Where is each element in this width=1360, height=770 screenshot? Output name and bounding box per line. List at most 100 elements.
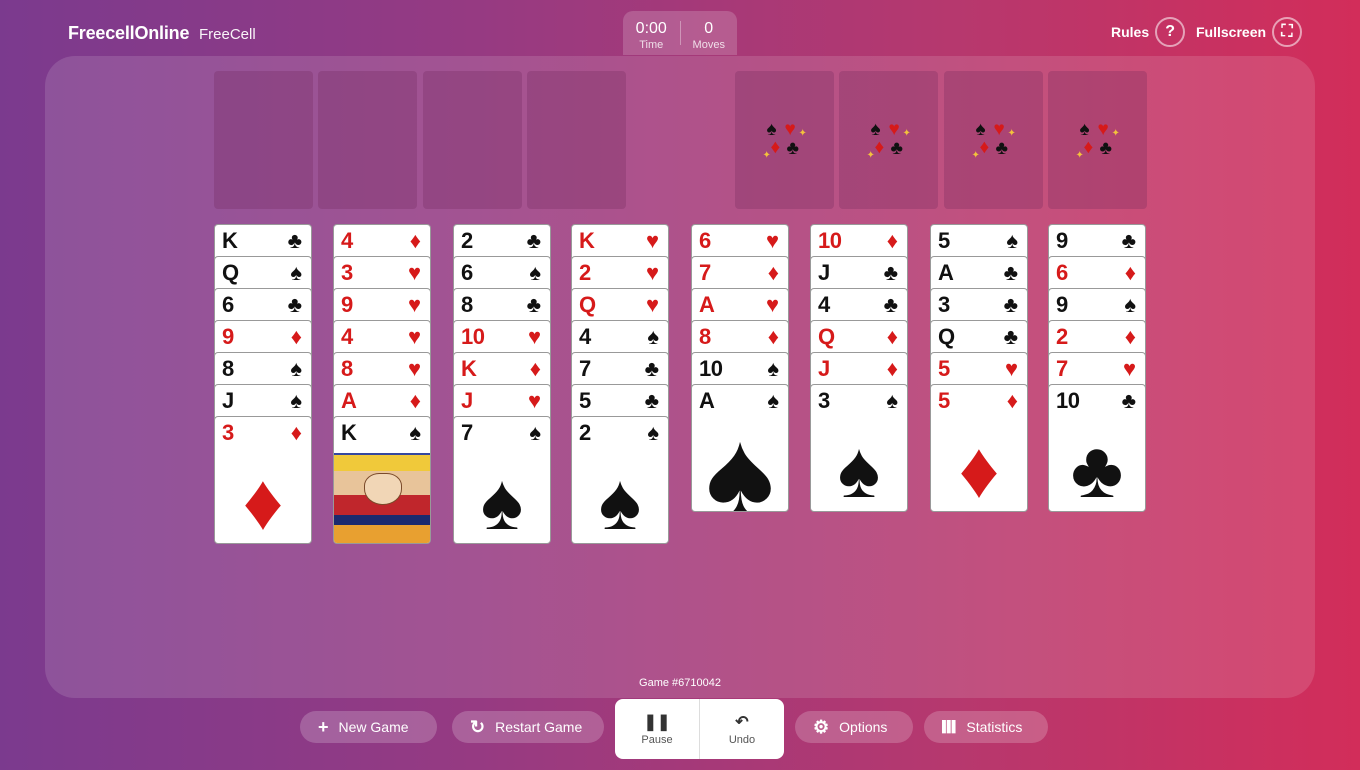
card-rank: 9 (1056, 228, 1068, 253)
card-center-suit-icon: ♠ (705, 402, 775, 512)
pause-button[interactable]: ❚❚ Pause (615, 699, 699, 759)
card-rank: 2 (461, 228, 473, 253)
foundation-pile-2[interactable]: ♠ ♥ ♦ ♣ ✦ ✦ (839, 71, 938, 209)
card-suit-icon: ♣ (644, 388, 659, 413)
fullscreen-label: Fullscreen (1196, 24, 1267, 40)
new-game-label: New Game (338, 719, 409, 735)
card-rank: 5 (938, 228, 950, 253)
card-rank: 5 (579, 388, 591, 413)
bar-chart-icon: ▌▌▌ (942, 721, 959, 733)
card-rank: Q (579, 292, 596, 317)
time-label: Time (639, 39, 664, 51)
game-stats: 0:00 Time 0 Moves (623, 11, 737, 55)
card-rank: 2 (1056, 324, 1068, 349)
playing-card[interactable]: 10 ♣ ♣ (1048, 384, 1146, 512)
playing-card[interactable]: 3 ♠ ♠ (810, 384, 908, 512)
card-suit-icon: ♠ (409, 420, 421, 445)
playing-card[interactable]: 3 ♦ ♦ (214, 416, 312, 544)
card-suit-icon: ♥ (1122, 356, 1136, 381)
rules-label: Rules (1111, 24, 1150, 40)
card-rank: 6 (699, 228, 711, 253)
card-suit-icon: ♥ (645, 292, 659, 317)
free-cell-4[interactable] (527, 71, 626, 209)
rules-button[interactable]: Rules ? (1111, 17, 1186, 47)
fullscreen-button[interactable]: Fullscreen ⛶ (1196, 17, 1303, 47)
card-rank: K (461, 356, 477, 381)
card-rank: 10 (699, 356, 723, 381)
card-rank: 4 (341, 324, 353, 349)
card-suit-icon: ♦ (529, 356, 541, 381)
options-button[interactable]: ⚙ Options (795, 711, 913, 743)
card-rank: A (699, 292, 715, 317)
card-suit-icon: ♣ (287, 292, 302, 317)
statistics-button[interactable]: ▌▌▌ Statistics (924, 711, 1048, 743)
card-center-suit-icon: ♦ (958, 425, 1000, 512)
card-suit-icon: ♦ (1124, 324, 1136, 349)
free-cell-2[interactable] (318, 71, 417, 209)
gear-icon: ⚙ (813, 716, 830, 737)
playing-card[interactable]: 5 ♦ ♦ (930, 384, 1028, 512)
card-rank: 3 (222, 420, 234, 445)
card-suit-icon: ♠ (1006, 228, 1018, 253)
card-suit-icon: ♠ (290, 356, 302, 381)
card-rank: Q (938, 324, 955, 349)
card-suit-icon: ♦ (886, 228, 898, 253)
card-rank: Q (222, 260, 239, 285)
playing-card[interactable]: 2 ♠ ♠ (571, 416, 669, 544)
foundation-pile-1[interactable]: ♠ ♥ ♦ ♣ ✦ ✦ (735, 71, 834, 209)
pause-icon: ❚❚ (643, 714, 671, 731)
card-rank: J (222, 388, 234, 413)
card-rank: 10 (818, 228, 842, 253)
card-rank: 5 (938, 356, 950, 381)
card-suit-icon: ♦ (767, 260, 779, 285)
card-suit-icon: ♠ (647, 324, 659, 349)
card-suit-icon: ♦ (409, 388, 421, 413)
card-suit-icon: ♣ (526, 292, 541, 317)
card-suit-icon: ♠ (647, 420, 659, 445)
card-rank: K (341, 420, 357, 445)
card-suit-icon: ♥ (527, 324, 541, 349)
free-cell-1[interactable] (214, 71, 313, 209)
card-suit-icon: ♣ (1003, 292, 1018, 317)
fullscreen-icon: ⛶ (1272, 17, 1303, 47)
restart-game-button[interactable]: ↻ Restart Game (452, 711, 604, 743)
card-rank: 7 (579, 356, 591, 381)
playing-card[interactable]: K ♠ (333, 416, 431, 544)
game-number: Game #6710042 (639, 677, 721, 689)
statistics-label: Statistics (966, 719, 1023, 735)
foundation-suits-icon: ♠ ♥ ♦ ♣ ✦ ✦ (1075, 119, 1120, 161)
card-rank: 10 (461, 324, 485, 349)
card-suit-icon: ♥ (645, 228, 659, 253)
game-title: FreeCell (199, 26, 256, 43)
playing-card[interactable]: A ♠ ♠ (691, 384, 789, 512)
playing-card[interactable]: 7 ♠ ♠ (453, 416, 551, 544)
card-suit-icon: ♠ (886, 388, 898, 413)
card-suit-icon: ♣ (883, 292, 898, 317)
new-game-button[interactable]: + New Game (300, 711, 437, 743)
card-rank: 7 (461, 420, 473, 445)
card-rank: 6 (222, 292, 234, 317)
foundation-pile-4[interactable]: ♠ ♥ ♦ ♣ ✦ ✦ (1048, 71, 1147, 209)
card-suit-icon: ♣ (1121, 388, 1136, 413)
card-center-suit-icon: ♠ (837, 425, 881, 512)
card-rank: 2 (579, 260, 591, 285)
card-suit-icon: ♣ (1003, 260, 1018, 285)
card-suit-icon: ♠ (529, 260, 541, 285)
free-cell-3[interactable] (423, 71, 522, 209)
card-suit-icon: ♦ (886, 324, 898, 349)
card-rank: 6 (1056, 260, 1068, 285)
site-logo[interactable]: FreecellOnline (68, 23, 189, 44)
card-rank: 4 (579, 324, 591, 349)
timer: 0:00 Time (623, 11, 680, 55)
card-suit-icon: ♦ (290, 420, 302, 445)
card-suit-icon: ♦ (290, 324, 302, 349)
card-suit-icon: ♥ (765, 228, 779, 253)
card-suit-icon: ♣ (1121, 228, 1136, 253)
foundation-pile-3[interactable]: ♠ ♥ ♦ ♣ ✦ ✦ (944, 71, 1043, 209)
card-rank: 8 (461, 292, 473, 317)
card-rank: 2 (579, 420, 591, 445)
card-rank: K (579, 228, 595, 253)
restart-icon: ↻ (470, 716, 486, 737)
card-rank: 7 (699, 260, 711, 285)
undo-button[interactable]: ↶ Undo (699, 699, 784, 759)
